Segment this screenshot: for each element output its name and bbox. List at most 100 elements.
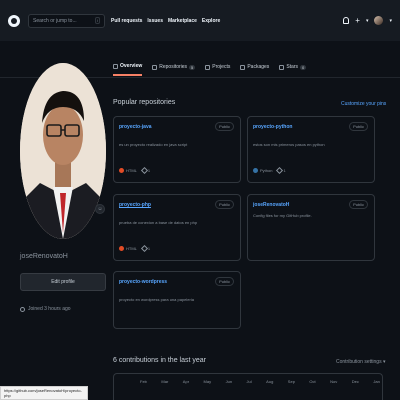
month-label: Feb xyxy=(140,379,147,384)
tab-label: Overview xyxy=(120,63,143,69)
popular-repositories-title: Popular repositories xyxy=(113,99,176,106)
header-actions: + ▾ ▾ xyxy=(343,16,392,25)
repo-stars-link[interactable]: 1 xyxy=(140,167,151,175)
month-label: Jul xyxy=(246,379,252,384)
repo-description: Config files for my GitHub profile. xyxy=(253,213,312,218)
github-logo-icon[interactable] xyxy=(8,14,20,27)
tab-label: Packages xyxy=(247,64,270,70)
language-color-dot xyxy=(119,168,124,174)
repo-card: joseRenovatoH Public Config files for my… xyxy=(247,194,375,261)
profile-username: joseRenovatoH xyxy=(20,253,68,260)
repo-description: estos son mis primeros pasos en python xyxy=(253,142,325,147)
customize-pins-link[interactable]: Customize your pins xyxy=(341,101,386,107)
repo-name-link[interactable]: proyecto-php xyxy=(119,202,151,208)
nav-pull-requests[interactable]: Pull requests xyxy=(111,18,142,24)
repo-language: HTML xyxy=(119,168,137,174)
language-color-dot xyxy=(253,168,258,174)
project-icon xyxy=(205,64,211,70)
month-label: Dec xyxy=(351,379,359,384)
repo-name-link[interactable]: proyecto-python xyxy=(253,124,292,130)
nav-marketplace[interactable]: Marketplace xyxy=(168,18,197,24)
star-icon xyxy=(140,245,148,253)
language-label: Python xyxy=(260,168,273,173)
star-icon xyxy=(279,64,285,70)
repo-card: proyecto-python Public estos son mis pri… xyxy=(247,116,375,183)
tab-stars[interactable]: Stars 0 xyxy=(279,58,307,76)
visibility-badge: Public xyxy=(215,122,234,131)
repo-meta: Python 1 xyxy=(253,167,286,175)
user-avatar-menu[interactable] xyxy=(374,16,384,25)
visibility-badge: Public xyxy=(349,200,368,209)
repo-name-link[interactable]: proyecto-java xyxy=(119,124,152,130)
package-icon xyxy=(240,64,246,70)
visibility-badge: Public xyxy=(349,122,368,131)
repo-description: es un proyecto realizado en java script xyxy=(119,142,188,147)
tab-counter: 5 xyxy=(189,64,196,70)
repo-language: Python xyxy=(253,168,273,174)
tab-overview[interactable]: Overview xyxy=(113,58,143,76)
repo-meta: HTML 1 xyxy=(119,167,151,175)
stars-count: 1 xyxy=(147,246,151,251)
language-label: HTML xyxy=(126,168,137,173)
visibility-badge: Public xyxy=(215,200,234,209)
tab-counter: 0 xyxy=(299,64,307,70)
set-status-smiley-icon[interactable]: ☺ xyxy=(95,204,105,214)
tab-packages[interactable]: Packages xyxy=(240,58,269,76)
nav-issues[interactable]: Issues xyxy=(147,18,163,24)
joined-info: Joined 3 hours ago xyxy=(20,306,71,312)
tab-projects[interactable]: Projects xyxy=(205,58,230,76)
repo-card: proyecto-java Public es un proyecto real… xyxy=(113,116,241,183)
star-icon xyxy=(140,167,148,175)
search-input[interactable]: Search or jump to... / xyxy=(28,13,105,28)
tab-label: Projects xyxy=(212,64,231,70)
notifications-bell-icon[interactable] xyxy=(343,17,350,24)
repo-stars-link[interactable]: 1 xyxy=(140,245,151,253)
month-label: Mar xyxy=(161,379,169,384)
repo-card: proyecto-wordpress Public proyecto en wo… xyxy=(113,271,241,329)
chevron-down-icon[interactable]: ▾ xyxy=(366,18,369,24)
profile-avatar[interactable] xyxy=(20,63,106,239)
month-label: Oct xyxy=(309,379,316,384)
clock-icon xyxy=(20,306,25,312)
repo-icon xyxy=(152,64,158,70)
book-icon xyxy=(113,63,118,69)
tab-label: Repositories xyxy=(159,64,188,70)
contribution-settings-dropdown[interactable]: Contribution settings ▾ xyxy=(336,359,385,365)
contribution-months: Feb Mar Apr May Jun Jul Aug Sep Oct Nov … xyxy=(140,379,380,384)
month-label: Nov xyxy=(330,379,338,384)
repo-name-link[interactable]: proyecto-wordpress xyxy=(119,279,167,285)
joined-text: Joined 3 hours ago xyxy=(28,306,71,312)
month-label: May xyxy=(203,379,212,384)
repo-name-link[interactable]: joseRenovatoH xyxy=(253,202,289,208)
browser-status-url: https://github.com/joseRenovatoH/proyect… xyxy=(0,386,88,400)
profile-photo-image xyxy=(20,63,106,239)
visibility-badge: Public xyxy=(215,277,234,286)
contributions-title: 6 contributions in the last year xyxy=(113,357,206,364)
month-label: Apr xyxy=(182,379,190,384)
month-label: Sep xyxy=(287,379,295,384)
profile-tabs: Overview Repositories 5 Projects Package… xyxy=(113,58,383,76)
repo-description: prueba de conexion a base de datos en ph… xyxy=(119,220,198,225)
stars-count: 1 xyxy=(283,168,286,173)
repo-meta: HTML 1 xyxy=(119,245,151,253)
repo-card: proyecto-php Public prueba de conexion a… xyxy=(113,194,241,261)
search-shortcut-key: / xyxy=(94,17,100,24)
search-placeholder: Search or jump to... xyxy=(33,17,77,24)
stars-count: 1 xyxy=(147,168,151,173)
repo-description: proyecto en wordpress para una papeleria xyxy=(119,297,194,302)
edit-profile-button[interactable]: Edit profile xyxy=(20,273,106,291)
language-label: HTML xyxy=(126,246,137,251)
nav-explore[interactable]: Explore xyxy=(202,18,220,24)
contribution-graph xyxy=(113,373,383,400)
repo-stars-link[interactable]: 1 xyxy=(276,167,286,175)
chevron-down-icon[interactable]: ▾ xyxy=(389,18,392,24)
month-label: Jun xyxy=(225,379,233,384)
month-label: Jan xyxy=(373,379,380,384)
tab-label: Stars xyxy=(286,64,298,70)
tab-repositories[interactable]: Repositories 5 xyxy=(152,58,196,76)
create-new-plus-icon[interactable]: + xyxy=(355,16,360,25)
month-label: Aug xyxy=(266,379,274,384)
top-header: Search or jump to... / Pull requests Iss… xyxy=(0,0,400,41)
top-nav: Pull requests Issues Marketplace Explore xyxy=(111,18,220,24)
language-color-dot xyxy=(119,246,124,252)
